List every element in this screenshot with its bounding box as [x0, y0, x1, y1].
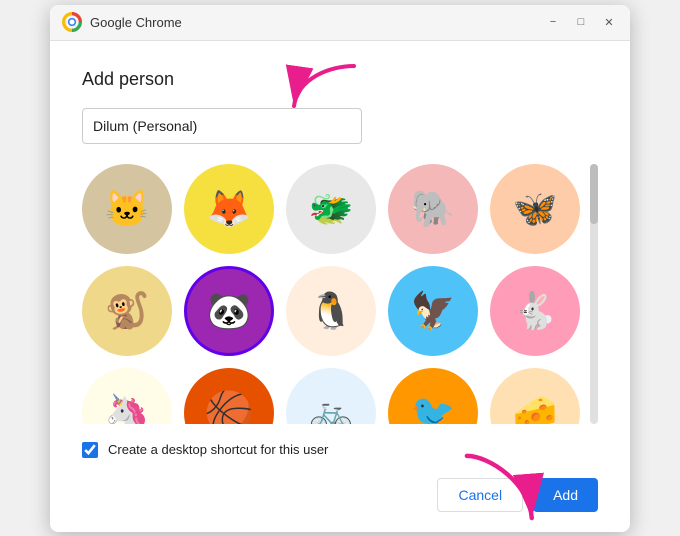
cancel-button[interactable]: Cancel — [437, 478, 523, 512]
chrome-logo-icon — [62, 12, 82, 32]
avatar-7[interactable]: 🐼 — [184, 266, 274, 356]
desktop-shortcut-label[interactable]: Create a desktop shortcut for this user — [108, 442, 328, 457]
avatar-2[interactable]: 🦊 — [184, 164, 274, 254]
titlebar-title: Google Chrome — [90, 15, 544, 30]
dialog-content: Add person 🐱 — [50, 41, 630, 532]
minimize-button[interactable]: − — [544, 13, 562, 31]
scrollbar-thumb — [590, 164, 598, 224]
avatars-section: 🐱 🦊 🐲 🐘 🦋 🐒 — [82, 164, 598, 424]
avatar-15[interactable]: 🧀 — [490, 368, 580, 424]
avatar-10[interactable]: 🐇 — [490, 266, 580, 356]
avatar-9[interactable]: 🦅 — [388, 266, 478, 356]
chrome-dialog: Google Chrome − □ ✕ Add person — [50, 5, 630, 532]
avatars-grid: 🐱 🦊 🐲 🐘 🦋 🐒 — [82, 164, 584, 424]
avatar-6[interactable]: 🐒 — [82, 266, 172, 356]
avatar-1[interactable]: 🐱 — [82, 164, 172, 254]
avatars-grid-container: 🐱 🦊 🐲 🐘 🦋 🐒 — [82, 164, 584, 424]
dialog-buttons: Cancel Add — [82, 478, 598, 512]
avatar-8[interactable]: 🐧 — [286, 266, 376, 356]
maximize-button[interactable]: □ — [572, 13, 590, 31]
close-button[interactable]: ✕ — [600, 13, 618, 31]
add-button[interactable]: Add — [533, 478, 598, 512]
avatar-3[interactable]: 🐲 — [286, 164, 376, 254]
desktop-shortcut-row: Create a desktop shortcut for this user — [82, 442, 598, 458]
avatar-12[interactable]: 🏀 — [184, 368, 274, 424]
avatar-4[interactable]: 🐘 — [388, 164, 478, 254]
name-input-wrapper — [82, 108, 598, 144]
avatar-11[interactable]: 🦄 — [82, 368, 172, 424]
window-controls: − □ ✕ — [544, 13, 618, 31]
avatars-scrollbar[interactable] — [590, 164, 598, 424]
desktop-shortcut-checkbox[interactable] — [82, 442, 98, 458]
arrow-to-input-icon — [282, 60, 362, 120]
avatar-13[interactable]: 🚲 — [286, 368, 376, 424]
avatar-5[interactable]: 🦋 — [490, 164, 580, 254]
avatar-14[interactable]: 🐦 — [388, 368, 478, 424]
titlebar: Google Chrome − □ ✕ — [50, 5, 630, 41]
